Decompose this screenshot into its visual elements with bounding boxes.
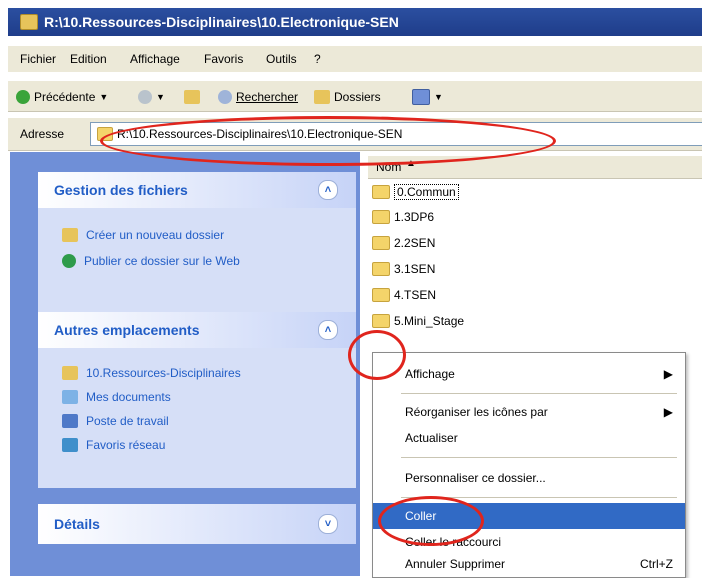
folders-icon xyxy=(314,90,330,104)
up-folder-button[interactable] xyxy=(184,87,200,107)
folder-item-4[interactable]: 4.TSEN xyxy=(372,288,436,302)
menu-affichage[interactable]: Affichage xyxy=(130,52,180,66)
folder-item-0[interactable]: 0.Commun xyxy=(372,184,459,200)
folders-label: Dossiers xyxy=(334,90,381,104)
place-label: 10.Ressources-Disciplinaires xyxy=(86,366,241,380)
folder-item-2[interactable]: 2.2SEN xyxy=(372,236,435,250)
my-documents-icon xyxy=(62,390,78,404)
folder-name: 3.1SEN xyxy=(394,262,436,276)
menu-help[interactable]: ? xyxy=(314,52,321,66)
place-label: Poste de travail xyxy=(86,414,169,428)
new-folder-label: Créer un nouveau dossier xyxy=(86,228,225,242)
collapse-chevron-icon[interactable]: ˄ xyxy=(318,320,338,340)
search-button[interactable]: Rechercher xyxy=(218,87,298,107)
annotation-ellipse xyxy=(100,116,556,166)
submenu-arrow-icon: ▶ xyxy=(663,405,673,419)
window-titlebar: R:\10.Ressources-Disciplinaires\10.Elect… xyxy=(8,8,702,36)
views-button[interactable]: ▼ xyxy=(412,87,443,107)
network-icon xyxy=(62,438,78,452)
menu-item-label: Annuler Supprimer xyxy=(405,557,506,571)
place-label: Mes documents xyxy=(86,390,171,404)
folder-icon xyxy=(372,236,390,250)
task-pane: Gestion des fichiers ˄ Créer un nouveau … xyxy=(10,152,360,576)
menu-item-refresh[interactable]: Actualiser xyxy=(373,425,685,451)
folder-name: 5.Mini_Stage xyxy=(394,314,465,328)
toolbar: Précédente ▼ ▼ Rechercher Dossiers ▼ xyxy=(8,80,702,112)
forward-button[interactable]: ▼ xyxy=(138,87,165,107)
details-header[interactable]: Détails ˅ xyxy=(38,504,356,544)
place-my-computer[interactable]: Poste de travail xyxy=(62,414,169,428)
file-tasks-box: Gestion des fichiers ˄ Créer un nouveau … xyxy=(38,172,356,312)
views-icon xyxy=(412,89,430,105)
menu-item-undo-delete[interactable]: Annuler Supprimer Ctrl+Z xyxy=(373,551,685,577)
folder-icon xyxy=(372,314,390,328)
place-parent-folder[interactable]: 10.Ressources-Disciplinaires xyxy=(62,366,241,380)
menu-item-view[interactable]: Affichage ▶ xyxy=(373,361,685,387)
folder-item-5[interactable]: 5.Mini_Stage xyxy=(372,314,464,328)
globe-icon xyxy=(62,254,76,268)
folder-icon xyxy=(62,366,78,380)
file-tasks-header[interactable]: Gestion des fichiers ˄ xyxy=(38,172,356,208)
back-arrow-icon xyxy=(16,90,30,104)
new-folder-icon xyxy=(62,228,78,242)
folder-name: 4.TSEN xyxy=(394,288,437,302)
menu-item-customize[interactable]: Personnaliser ce dossier... xyxy=(373,465,685,491)
forward-arrow-icon xyxy=(138,90,152,104)
menu-edition[interactable]: Edition xyxy=(70,52,107,66)
menu-separator xyxy=(401,457,677,458)
menu-bar: Fichier Edition Affichage Favoris Outils… xyxy=(8,46,702,72)
computer-icon xyxy=(62,414,78,428)
folder-icon xyxy=(372,210,390,224)
menu-fichier[interactable]: Fichier xyxy=(20,52,56,66)
folder-icon xyxy=(372,185,390,199)
menu-item-label: Actualiser xyxy=(405,431,458,445)
menu-favoris[interactable]: Favoris xyxy=(204,52,243,66)
place-label: Favoris réseau xyxy=(86,438,166,452)
place-network[interactable]: Favoris réseau xyxy=(62,438,165,452)
file-tasks-body: Créer un nouveau dossier Publier ce doss… xyxy=(38,208,356,312)
submenu-arrow-icon: ▶ xyxy=(663,367,673,381)
details-title: Détails xyxy=(54,516,100,532)
new-folder-link[interactable]: Créer un nouveau dossier xyxy=(62,228,224,242)
shortcut-label: Ctrl+Z xyxy=(640,557,673,571)
search-label: Rechercher xyxy=(236,90,299,104)
chevron-down-icon: ▼ xyxy=(99,92,109,102)
folder-icon xyxy=(20,14,38,30)
annotation-ellipse xyxy=(378,496,484,546)
menu-item-arrange[interactable]: Réorganiser les icônes par ▶ xyxy=(373,399,685,425)
annotation-ellipse xyxy=(348,330,406,380)
expand-chevron-icon[interactable]: ˅ xyxy=(318,514,338,534)
menu-outils[interactable]: Outils xyxy=(266,52,297,66)
folder-icon xyxy=(372,262,390,276)
chevron-down-icon: ▼ xyxy=(156,92,165,102)
other-places-box: Autres emplacements ˄ 10.Ressources-Disc… xyxy=(38,312,356,488)
menu-separator xyxy=(401,393,677,394)
folders-button[interactable]: Dossiers xyxy=(314,87,381,107)
chevron-down-icon: ▼ xyxy=(434,92,443,102)
collapse-chevron-icon[interactable]: ˄ xyxy=(318,180,338,200)
menu-item-label: Affichage xyxy=(405,367,455,381)
window-title: R:\10.Ressources-Disciplinaires\10.Elect… xyxy=(44,14,399,30)
menu-item-label: Réorganiser les icônes par xyxy=(405,405,548,419)
address-label: Adresse xyxy=(20,127,65,141)
other-places-body: 10.Ressources-Disciplinaires Mes documen… xyxy=(38,348,356,488)
folder-icon xyxy=(372,288,390,302)
publish-web-link[interactable]: Publier ce dossier sur le Web xyxy=(62,254,240,268)
up-folder-icon xyxy=(184,90,200,104)
place-my-documents[interactable]: Mes documents xyxy=(62,390,171,404)
back-label: Précédente xyxy=(34,90,96,104)
folder-name: 2.2SEN xyxy=(394,236,436,250)
details-box: Détails ˅ xyxy=(38,504,356,544)
publish-web-label: Publier ce dossier sur le Web xyxy=(84,254,240,268)
back-button[interactable]: Précédente ▼ xyxy=(16,87,108,107)
folder-item-3[interactable]: 3.1SEN xyxy=(372,262,435,276)
file-tasks-title: Gestion des fichiers xyxy=(54,182,188,198)
other-places-header[interactable]: Autres emplacements ˄ xyxy=(38,312,356,348)
search-icon xyxy=(218,90,232,104)
other-places-title: Autres emplacements xyxy=(54,322,200,338)
folder-item-1[interactable]: 1.3DP6 xyxy=(372,210,434,224)
folder-name: 0.Commun xyxy=(394,184,459,200)
folder-name: 1.3DP6 xyxy=(394,210,435,224)
menu-item-label: Personnaliser ce dossier... xyxy=(405,471,546,485)
